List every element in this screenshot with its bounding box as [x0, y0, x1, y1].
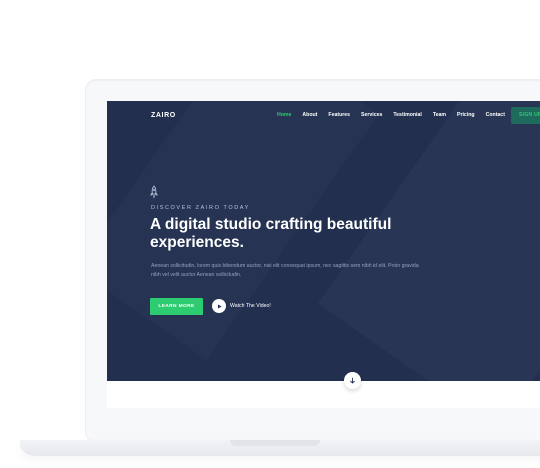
signup-button[interactable]: SIGN UP — [511, 107, 540, 124]
nav-item-services[interactable]: Services — [361, 112, 382, 118]
nav-item-testimonial[interactable]: Testimonial — [393, 112, 421, 118]
nav-menu: Home About Features Services Testimonial… — [277, 112, 516, 118]
hero-headline: A digital studio crafting beautiful expe… — [150, 216, 392, 251]
rocket-icon — [150, 185, 158, 199]
learn-more-button[interactable]: LEARN MORE — [150, 298, 203, 315]
hero-description: Aenean sollicitudin, lorem quis bibendum… — [151, 263, 419, 278]
hero-eyebrow: DISCOVER ZAIRO TODAY — [151, 205, 250, 211]
nav-item-home[interactable]: Home — [277, 112, 291, 118]
nav-item-contact[interactable]: Contact — [486, 112, 505, 118]
hero-section: ZAIRO Home About Features Services Testi… — [107, 101, 540, 381]
scroll-down-button[interactable] — [344, 372, 361, 389]
watch-video-link[interactable]: Watch The Video! — [212, 299, 271, 313]
nav-item-about[interactable]: About — [302, 112, 317, 118]
navbar: ZAIRO Home About Features Services Testi… — [107, 101, 540, 131]
logo[interactable]: ZAIRO — [151, 112, 176, 119]
laptop-notch — [230, 440, 320, 446]
laptop-screen: ZAIRO Home About Features Services Testi… — [107, 101, 540, 408]
arrow-down-icon — [350, 377, 355, 384]
watch-video-label: Watch The Video! — [230, 303, 271, 309]
play-icon[interactable] — [212, 299, 226, 313]
nav-item-team[interactable]: Team — [433, 112, 446, 118]
nav-item-pricing[interactable]: Pricing — [457, 112, 475, 118]
nav-item-features[interactable]: Features — [328, 112, 350, 118]
